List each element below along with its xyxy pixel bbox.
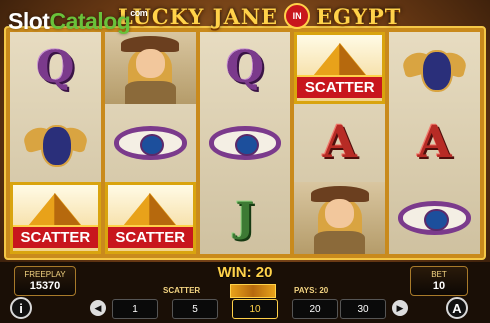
mini-scatter-icon <box>230 284 276 298</box>
autoplay-button[interactable]: A <box>446 297 468 319</box>
info-icon: i <box>19 300 23 316</box>
stake-button[interactable]: 5 <box>172 299 218 319</box>
reel-frame: Q SCATTER SCATTER Q J SCATTER A A <box>4 26 486 260</box>
scarab-icon <box>400 43 469 93</box>
symbol-cell <box>294 182 386 254</box>
reel-2: SCATTER <box>104 32 196 254</box>
stake-button[interactable]: 10 <box>232 299 278 319</box>
symbol-cell: J <box>200 182 291 254</box>
win-amount: WIN: 20 <box>217 264 273 281</box>
symbol-cell <box>389 32 480 104</box>
reel-5: A <box>389 32 480 254</box>
symbol-cell <box>10 107 101 179</box>
stake-button[interactable]: 1 <box>112 299 158 319</box>
symbol-cell: Q <box>10 32 101 104</box>
stake-button[interactable]: 30 <box>340 299 386 319</box>
watermark: SlotCatalogcom <box>8 8 148 34</box>
scatter-symbol: SCATTER <box>104 182 196 254</box>
bet-label: BET <box>431 270 447 279</box>
reel-4: SCATTER A <box>294 32 386 254</box>
bet-panel[interactable]: BET 10 <box>410 266 468 296</box>
freeplay-value: 15370 <box>29 280 61 292</box>
bet-value: 10 <box>432 280 446 292</box>
scarab-icon <box>21 118 90 168</box>
symbol-q: Q <box>225 42 265 93</box>
freeplay-label: FREEPLAY <box>24 270 66 279</box>
scatter-label: SCATTER <box>13 225 98 248</box>
symbol-cell: A <box>294 107 385 179</box>
symbol-q: Q <box>36 42 75 93</box>
chevron-right-icon: ▶ <box>396 302 404 313</box>
eye-of-horus-icon <box>398 201 471 235</box>
stake-prev-button[interactable]: ◀ <box>90 300 106 316</box>
stake-next-button[interactable]: ▶ <box>392 300 408 316</box>
pays-text: PAYS: 20 <box>294 286 329 295</box>
symbol-cell: A <box>389 107 480 179</box>
reel-3: QJ <box>199 32 291 254</box>
reels: Q SCATTER SCATTER Q J SCATTER A A <box>10 32 480 254</box>
scatter-symbol: SCATTER <box>10 182 101 254</box>
game-stage: SlotCatalogcom LUCKY JANE IN EGYPT Q SCAT… <box>0 0 490 323</box>
chevron-left-icon: ◀ <box>94 302 102 313</box>
jane-symbol <box>294 182 386 254</box>
symbol-a: A <box>322 117 357 168</box>
eye-of-horus-icon <box>113 126 187 160</box>
game-title: LUCKY JANE IN EGYPT <box>118 3 401 29</box>
symbol-cell <box>105 107 196 179</box>
scatter-label: SCATTER <box>107 225 193 248</box>
title-right: EGYPT <box>316 3 402 29</box>
eye-of-horus-icon <box>208 126 282 160</box>
symbol-cell: SCATTER <box>10 182 101 254</box>
autoplay-icon: A <box>452 300 462 316</box>
symbol-cell <box>200 107 291 179</box>
reel-1: Q SCATTER <box>10 32 101 254</box>
scatter-label: SCATTER <box>297 75 383 98</box>
symbol-cell: Q <box>200 32 291 104</box>
freeplay-panel: FREEPLAY 15370 <box>14 266 76 296</box>
symbol-cell <box>389 182 480 254</box>
jane-symbol <box>104 32 196 104</box>
symbol-j: J <box>235 194 255 241</box>
info-button[interactable]: i <box>10 297 32 319</box>
title-in-badge: IN <box>284 3 311 29</box>
scatter-symbol: SCATTER <box>294 32 386 104</box>
stake-button[interactable]: 20 <box>292 299 338 319</box>
symbol-cell <box>104 32 196 104</box>
symbol-cell: SCATTER <box>104 182 196 254</box>
symbol-a: A <box>417 117 452 168</box>
scatter-text: SCATTER <box>163 286 201 295</box>
symbol-cell: SCATTER <box>294 32 386 104</box>
